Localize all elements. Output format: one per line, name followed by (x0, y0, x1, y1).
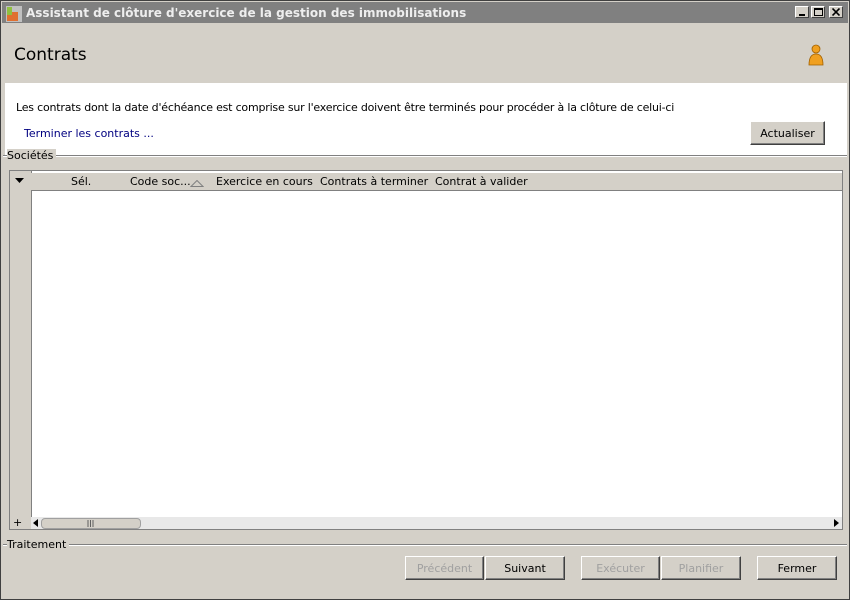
maximize-button[interactable] (811, 6, 825, 18)
previous-button[interactable]: Précédent (405, 556, 484, 580)
terminate-contracts-link[interactable]: Terminer les contrats ... (24, 127, 154, 140)
grip-icon (87, 520, 94, 527)
societes-group-label: Sociétés (7, 149, 57, 162)
refresh-button[interactable]: Actualiser (750, 121, 825, 145)
column-header-code-soc[interactable]: Code soc... (130, 175, 191, 188)
minimize-button[interactable] (795, 6, 809, 18)
grid-row-header: + (10, 171, 32, 529)
traitement-group-line (3, 544, 847, 546)
scroll-left-icon[interactable] (33, 519, 39, 527)
close-icon (832, 8, 840, 16)
minimize-icon (799, 14, 805, 16)
close-button[interactable]: Fermer (757, 556, 837, 580)
title-bar[interactable]: Assistant de clôture d'exercice de la ge… (2, 2, 848, 23)
user-icon (808, 44, 824, 66)
sort-ascending-icon (190, 180, 204, 187)
column-header-sel[interactable]: Sél. (71, 175, 91, 188)
info-text: Les contrats dont la date d'échéance est… (16, 101, 675, 114)
column-header-exercice[interactable]: Exercice en cours (216, 175, 313, 188)
column-header-contrat-valider[interactable]: Contrat à valider (435, 175, 528, 188)
page-title: Contrats (14, 45, 87, 65)
wizard-window: Assistant de clôture d'exercice de la ge… (0, 0, 850, 600)
maximize-icon (813, 8, 823, 16)
grid-column-header: Sél. Code soc... Exercice en cours Contr… (31, 173, 842, 191)
grid-add-expander[interactable]: + (13, 516, 22, 529)
scroll-thumb[interactable] (41, 518, 141, 529)
app-icon (6, 6, 22, 22)
contracts-panel: Les contrats dont la date d'échéance est… (5, 83, 847, 155)
grid-menu-dropdown-icon[interactable] (15, 178, 24, 183)
horizontal-scrollbar[interactable] (31, 517, 842, 529)
scroll-right-icon[interactable] (833, 519, 839, 527)
societes-group-line (3, 155, 847, 157)
window-title: Assistant de clôture d'exercice de la ge… (26, 6, 467, 20)
companies-grid[interactable]: + Sél. Code soc... Exercice en cours Con… (9, 170, 843, 530)
close-window-button[interactable] (829, 6, 843, 18)
traitement-group-label: Traitement (7, 538, 70, 551)
next-button[interactable]: Suivant (485, 556, 565, 580)
plan-button[interactable]: Planifier (661, 556, 741, 580)
wizard-header: Contrats (5, 25, 847, 83)
column-header-contrats-terminer[interactable]: Contrats à terminer (320, 175, 428, 188)
execute-button[interactable]: Exécuter (581, 556, 660, 580)
